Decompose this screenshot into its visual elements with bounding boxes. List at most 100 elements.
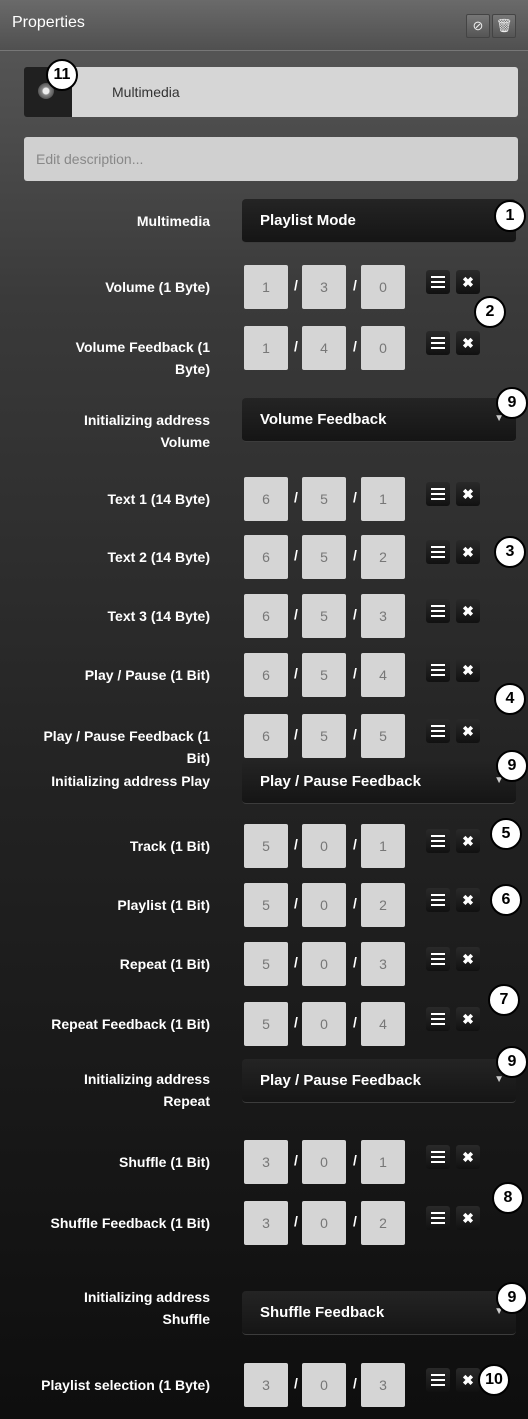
address-middle-field[interactable]: 5 [302,477,346,521]
address-main-field[interactable]: 6 [244,594,288,638]
list-icon[interactable] [426,1368,450,1392]
address-sub-field[interactable]: 3 [361,1363,405,1407]
address-middle-field[interactable]: 3 [302,265,346,309]
address-main-field[interactable]: 6 [244,653,288,697]
address-main-field[interactable]: 5 [244,942,288,986]
address-sub-field[interactable]: 1 [361,824,405,868]
address-main-field[interactable]: 6 [244,714,288,758]
address-sub-field[interactable]: 1 [361,1140,405,1184]
close-icon[interactable]: ✖ [456,540,480,564]
close-icon[interactable]: ✖ [456,1007,480,1031]
panel-title: Properties [12,14,85,31]
trash-icon[interactable]: 🗑 [492,14,516,38]
close-icon[interactable]: ✖ [456,1368,480,1392]
list-icon[interactable] [426,658,450,682]
close-icon[interactable]: ✖ [456,1145,480,1169]
init-repeat-dropdown[interactable]: Play / Pause Feedback ▼ [242,1059,516,1103]
label-line: Initializing address [83,1289,210,1305]
address-middle-field[interactable]: 5 [302,714,346,758]
text2-label: Text 2 (14 Byte) [107,549,210,565]
close-icon[interactable]: ✖ [456,829,480,853]
address-sub-field[interactable]: 0 [361,326,405,370]
label-line: Play / Pause Feedback (1 [43,728,210,744]
address-sub-field[interactable]: 1 [361,477,405,521]
init-shuffle-dropdown[interactable]: Shuffle Feedback ▼ [242,1291,516,1335]
address-middle-field[interactable]: 0 [302,1140,346,1184]
address-middle-field[interactable]: 5 [302,594,346,638]
close-icon[interactable]: ✖ [456,331,480,355]
list-icon[interactable] [426,1206,450,1230]
object-name-row: Multimedia [24,67,518,117]
text1-label: Text 1 (14 Byte) [107,491,210,507]
address-middle-field[interactable]: 4 [302,326,346,370]
address-main-field[interactable]: 5 [244,1002,288,1046]
close-icon[interactable]: ✖ [456,658,480,682]
address-main-field[interactable]: 5 [244,824,288,868]
address-middle-field[interactable]: 0 [302,1201,346,1245]
track-label: Track (1 Bit) [129,838,210,854]
list-icon[interactable] [426,331,450,355]
address-middle-field[interactable]: 0 [302,883,346,927]
init-volume-value: Volume Feedback [260,411,387,428]
address-sub-field[interactable]: 3 [361,594,405,638]
volume-label: Volume (1 Byte) [105,279,210,295]
list-icon[interactable] [426,947,450,971]
close-icon[interactable]: ✖ [456,888,480,912]
address-middle-field[interactable]: 5 [302,653,346,697]
address-main-field[interactable]: 3 [244,1201,288,1245]
close-icon[interactable]: ✖ [456,270,480,294]
list-icon[interactable] [426,829,450,853]
multimedia-dropdown[interactable]: Playlist Mode ▼ [242,199,516,243]
address-sub-field[interactable]: 4 [361,653,405,697]
address-main-field[interactable]: 3 [244,1140,288,1184]
label-line: Repeat [163,1093,210,1109]
list-icon[interactable] [426,270,450,294]
init-play-dropdown[interactable]: Play / Pause Feedback ▼ [242,760,516,804]
init-repeat-value: Play / Pause Feedback [260,1072,421,1089]
object-name-field[interactable]: Multimedia [72,67,518,117]
address-sub-field[interactable]: 5 [361,714,405,758]
address-sub-field[interactable]: 0 [361,265,405,309]
list-icon[interactable] [426,482,450,506]
address-main-field[interactable]: 5 [244,883,288,927]
list-icon[interactable] [426,540,450,564]
list-icon[interactable] [426,1007,450,1031]
label-line: Volume [160,434,210,450]
close-icon[interactable]: ✖ [456,947,480,971]
address-sub-field[interactable]: 2 [361,883,405,927]
address-sub-field[interactable]: 2 [361,535,405,579]
callout-badge: 9 [496,1282,528,1314]
play-pause-label: Play / Pause (1 Bit) [84,667,210,683]
close-icon[interactable]: ✖ [456,719,480,743]
address-middle-field[interactable]: 5 [302,535,346,579]
list-icon[interactable] [426,599,450,623]
init-play-label: Initializing address Play [51,773,210,789]
list-icon[interactable] [426,719,450,743]
circle-slash-icon[interactable]: ⊘ [466,14,490,38]
address-middle-field[interactable]: 0 [302,824,346,868]
init-volume-dropdown[interactable]: Volume Feedback ▼ [242,398,516,442]
callout-badge: 9 [496,750,528,782]
address-middle-field[interactable]: 0 [302,1363,346,1407]
address-sub-field[interactable]: 3 [361,942,405,986]
address-sub-field[interactable]: 4 [361,1002,405,1046]
address-middle-field[interactable]: 0 [302,1002,346,1046]
playlist-label: Playlist (1 Bit) [117,897,210,913]
address-middle-field[interactable]: 0 [302,942,346,986]
close-icon[interactable]: ✖ [456,482,480,506]
address-main-field[interactable]: 6 [244,477,288,521]
multimedia-label: Multimedia [136,213,210,229]
list-icon[interactable] [426,888,450,912]
address-sub-field[interactable]: 2 [361,1201,405,1245]
volume-feedback-label: Volume Feedback (1 Byte) [0,336,210,380]
callout-badge: 9 [496,1046,528,1078]
list-icon[interactable] [426,1145,450,1169]
address-main-field[interactable]: 3 [244,1363,288,1407]
close-icon[interactable]: ✖ [456,599,480,623]
description-input[interactable] [24,137,518,181]
callout-badge: 5 [490,818,522,850]
address-main-field[interactable]: 1 [244,265,288,309]
address-main-field[interactable]: 1 [244,326,288,370]
address-main-field[interactable]: 6 [244,535,288,579]
close-icon[interactable]: ✖ [456,1206,480,1230]
